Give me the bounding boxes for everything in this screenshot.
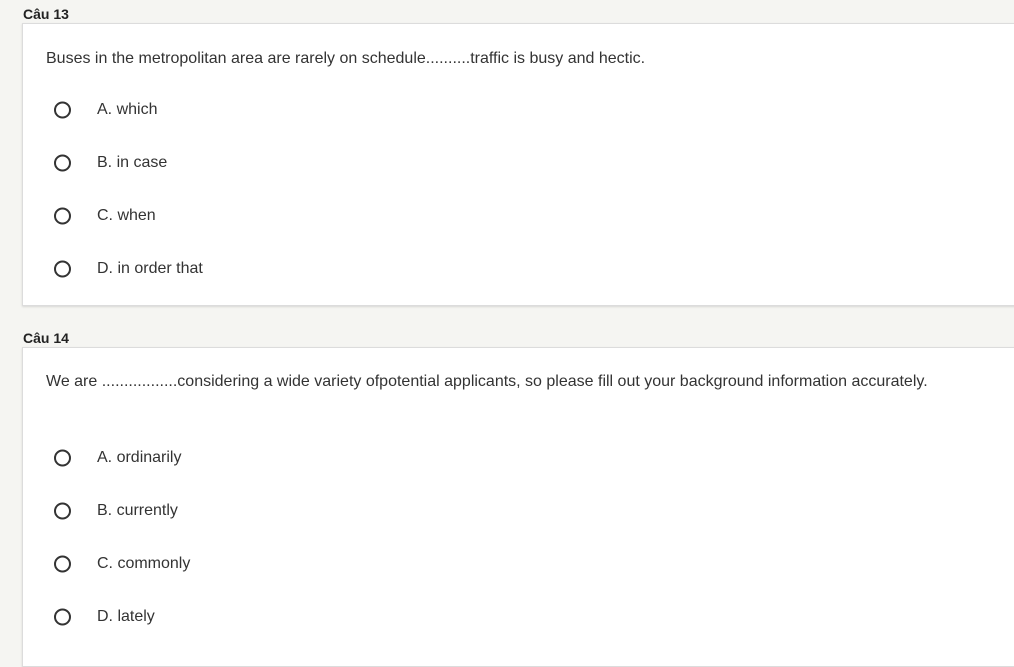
- question-title: Câu 14: [23, 330, 69, 346]
- question-card: Buses in the metropolitan area are rarel…: [22, 23, 1014, 306]
- radio-button[interactable]: [54, 449, 71, 467]
- question-text: Buses in the metropolitan area are rarel…: [46, 50, 646, 67]
- option-label: C. commonly: [97, 555, 191, 572]
- option-b[interactable]: B. in case: [23, 143, 543, 183]
- radio-button[interactable]: [54, 207, 71, 225]
- question-title: Câu 13: [23, 6, 69, 22]
- option-label: A. which: [97, 101, 158, 118]
- option-label: A. ordinarily: [97, 449, 182, 466]
- option-label: D. lately: [97, 608, 155, 625]
- radio-button[interactable]: [54, 555, 71, 573]
- option-b[interactable]: B. currently: [23, 491, 543, 531]
- option-a[interactable]: A. ordinarily: [23, 438, 543, 478]
- option-c[interactable]: C. when: [23, 196, 543, 236]
- radio-button[interactable]: [54, 608, 71, 626]
- option-a[interactable]: A. which: [23, 90, 543, 130]
- question-text: We are .................considering a wi…: [46, 373, 928, 390]
- option-c[interactable]: C. commonly: [23, 544, 543, 584]
- option-d[interactable]: D. lately: [23, 597, 543, 637]
- option-label: B. in case: [97, 154, 168, 171]
- radio-button[interactable]: [54, 502, 71, 520]
- option-d[interactable]: D. in order that: [23, 249, 543, 289]
- option-label: D. in order that: [97, 260, 203, 277]
- radio-button[interactable]: [54, 260, 71, 278]
- option-label: C. when: [97, 207, 156, 224]
- question-card: We are .................considering a wi…: [22, 347, 1014, 667]
- option-label: B. currently: [97, 502, 178, 519]
- radio-button[interactable]: [54, 154, 71, 172]
- radio-button[interactable]: [54, 101, 71, 119]
